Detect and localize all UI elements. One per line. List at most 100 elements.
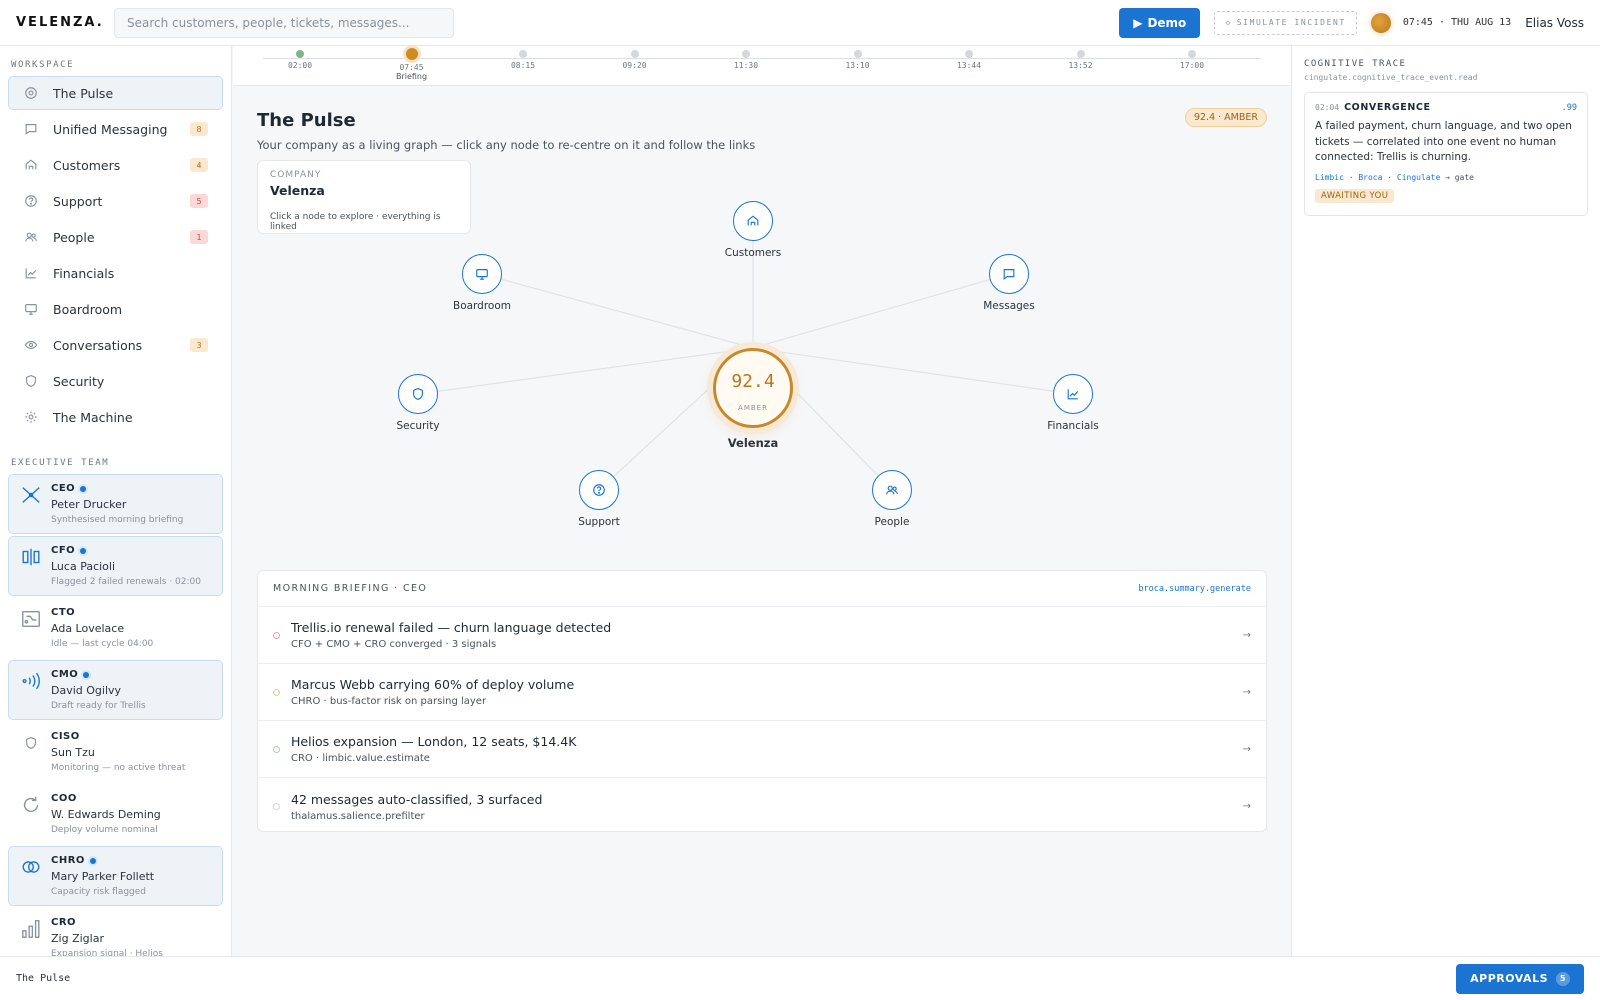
briefing-item-title: Marcus Webb carrying 60% of deploy volum…	[291, 677, 575, 692]
briefing-method: broca.summary.generate	[1138, 583, 1251, 594]
timeline-point[interactable]: 13:52	[1051, 48, 1111, 70]
timeline: 02:00 07:45 Briefing 08:15 09:20 11:30 13:10 13…	[233, 46, 1291, 86]
chart-icon	[23, 265, 39, 281]
sidebar-item-customers[interactable]: Customers 4	[8, 148, 223, 182]
trace-event-card[interactable]: 02:04 CONVERGENCE .99 A failed payment, …	[1304, 92, 1588, 216]
graph-node-messages[interactable]: Messages	[964, 254, 1054, 312]
timeline-dot	[853, 50, 862, 58]
approvals-button[interactable]: APPROVALS 5	[1456, 963, 1584, 994]
exec-card-ceo[interactable]: CEO Peter Drucker Synthesised morning brie…	[8, 474, 223, 534]
app-logo[interactable]: VELENZA.	[16, 15, 102, 30]
timeline-dot	[965, 50, 973, 58]
timeline-point[interactable]: 13:44	[939, 48, 999, 70]
trace-chain-end: gate	[1454, 172, 1474, 182]
exec-card-ciso[interactable]: CISO Sun Tzu Monitoring — no active threat	[8, 722, 223, 782]
rings-icon	[19, 855, 43, 879]
exec-card-cto[interactable]: CTO Ada Lovelace Idle — last cycle 04:00	[8, 598, 223, 658]
briefing-item[interactable]: 42 messages auto-classified, 3 surfaced t…	[258, 778, 1266, 831]
exec-card-coo[interactable]: COO W. Edwards Deming Deploy volume nomina…	[8, 784, 223, 844]
awaiting-badge: AWAITING YOU	[1315, 188, 1395, 203]
timeline-dot	[405, 48, 418, 60]
graph-center-node[interactable]: 92.4 AMBER	[713, 348, 793, 428]
priority-dot	[273, 745, 280, 753]
timeline-point[interactable]: 11:30	[716, 48, 776, 70]
sidebar-item-the-pulse[interactable]: The Pulse	[8, 76, 223, 110]
chart-icon	[1053, 374, 1093, 414]
graph-node-customers[interactable]: Customers	[708, 201, 798, 259]
exec-name: Sun Tzu	[51, 746, 95, 759]
timeline-point[interactable]: 17:00	[1162, 48, 1222, 70]
arrow-right-icon: →	[1242, 629, 1251, 641]
sidebar-item-people[interactable]: People 1	[8, 220, 223, 254]
sidebar-item-financials[interactable]: Financials	[8, 256, 223, 290]
trace-chain-link[interactable]: Limbic	[1315, 173, 1344, 182]
sidebar-item-security[interactable]: Security	[8, 364, 223, 398]
briefing-item[interactable]: Helios expansion — London, 12 seats, $14…	[258, 721, 1266, 778]
home-icon	[23, 157, 39, 173]
briefing-header: MORNING BRIEFING · CEO broca.summary.gen…	[258, 571, 1266, 607]
graph-node-support[interactable]: Support	[554, 470, 644, 528]
trace-chain-link[interactable]: Broca	[1358, 173, 1382, 182]
trace-title: COGNITIVE TRACE	[1304, 59, 1407, 69]
demo-button[interactable]: ▶ Demo	[1119, 7, 1201, 38]
sidebar-item-label: Conversations	[53, 337, 143, 353]
shield-icon	[19, 731, 43, 755]
count-badge: 1	[190, 230, 208, 244]
simulate-incident-label: SIMULATE INCIDENT	[1236, 18, 1346, 27]
simulate-incident-button[interactable]: ◇ SIMULATE INCIDENT	[1214, 10, 1357, 35]
exec-role: CEO	[51, 483, 76, 494]
count-badge: 4	[190, 158, 208, 172]
timeline-time: 13:10	[845, 61, 870, 70]
trace-chain-link[interactable]: Cingulate	[1397, 173, 1440, 182]
exec-card-cro[interactable]: CRO Zig Ziglar Expansion signal · Helios	[8, 908, 223, 956]
timeline-point[interactable]: 13:10	[828, 48, 888, 70]
timeline-point[interactable]: 02:00	[270, 48, 330, 70]
briefing-item[interactable]: Trellis.io renewal failed — churn langua…	[258, 607, 1266, 664]
exec-card-cmo[interactable]: CMO David Ogilvy Draft ready for Trellis	[8, 660, 223, 720]
footer-breadcrumb: The Pulse	[16, 973, 71, 984]
graph-node-boardroom[interactable]: Boardroom	[437, 254, 527, 312]
briefing-item[interactable]: Marcus Webb carrying 60% of deploy volum…	[258, 664, 1266, 721]
center-label: Velenza	[727, 436, 779, 450]
graph-node-financials[interactable]: Financials	[1028, 374, 1118, 432]
timeline-point[interactable]: 08:15	[493, 48, 553, 70]
exec-list: CEO Peter Drucker Synthesised morning brie…	[0, 474, 231, 956]
exec-card-cfo[interactable]: CFO Luca Pacioli Flagged 2 failed renewals…	[8, 536, 223, 596]
exec-card-chro[interactable]: CHRO Mary Parker Follett Capacity risk fla…	[8, 846, 223, 906]
briefing-rows: Trellis.io renewal failed — churn langua…	[258, 607, 1266, 831]
company-card-name: Velenza	[270, 183, 325, 198]
exec-status: Capacity risk flagged	[51, 887, 147, 897]
user-name[interactable]: Elias Voss	[1525, 16, 1584, 30]
graph-node-people[interactable]: People	[847, 470, 937, 528]
briefing-item-title: Trellis.io renewal failed — churn langua…	[291, 620, 612, 635]
morning-briefing: MORNING BRIEFING · CEO broca.summary.gen…	[257, 570, 1267, 832]
center-score: 92.4	[731, 370, 775, 392]
sidebar: WORKSPACE The Pulse Unified Messaging 8 Cus…	[0, 46, 232, 956]
sidebar-item-conversations[interactable]: Conversations 3	[8, 328, 223, 362]
sidebar-item-unified-messaging[interactable]: Unified Messaging 8	[8, 112, 223, 146]
timeline-time: 17:00	[1179, 61, 1205, 70]
exec-status: Flagged 2 failed renewals · 02:00	[51, 577, 201, 587]
search-input[interactable]	[114, 7, 454, 38]
briefing-item-title: 42 messages auto-classified, 3 surfaced	[291, 791, 543, 807]
graph-node-label: Boardroom	[452, 300, 512, 312]
timeline-time: 11:30	[733, 61, 759, 70]
trace-event-kind: CONVERGENCE	[1344, 102, 1431, 113]
count-badge: 8	[190, 122, 208, 136]
live-indicator	[80, 547, 87, 554]
exec-role: CHRO	[51, 855, 85, 866]
priority-dot	[273, 631, 280, 639]
briefing-item-subtitle: CHRO · bus-factor risk on parsing layer	[291, 696, 487, 707]
graph-node-label: Messages	[983, 300, 1035, 312]
graph-node-security[interactable]: Security	[373, 374, 463, 432]
workspace-label: WORKSPACE	[11, 60, 75, 70]
sidebar-item-support[interactable]: Support 5	[8, 184, 223, 218]
sidebar-item-label: Boardroom	[53, 301, 123, 317]
timeline-point[interactable]: 07:45 Briefing	[382, 48, 442, 81]
circuit-icon	[19, 607, 43, 631]
diamond-icon: ◇	[1225, 18, 1232, 27]
sidebar-item-boardroom[interactable]: Boardroom	[8, 292, 223, 326]
cognitive-trace-panel: COGNITIVE TRACE cingulate.cognitive_trac…	[1291, 46, 1600, 956]
timeline-point[interactable]: 09:20	[605, 48, 665, 70]
sidebar-item-the-machine[interactable]: The Machine	[8, 400, 223, 434]
